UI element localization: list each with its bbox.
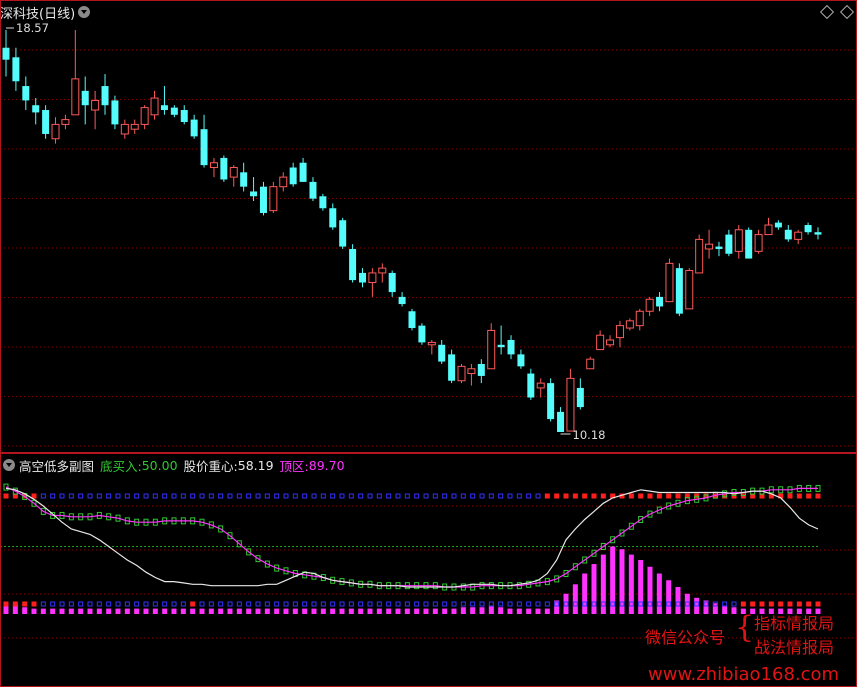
watermark-line2: 战法情报局 — [754, 638, 835, 657]
chart-frame — [0, 0, 857, 687]
watermark-lines: 指标情报局 战法情报局 — [754, 612, 834, 660]
watermark-brace: { — [735, 610, 755, 645]
watermark-wechat: 微信公众号 — [645, 628, 726, 647]
watermark-line1: 指标情报局 — [754, 614, 835, 633]
watermark-url: www.zhibiao168.com — [648, 664, 840, 685]
